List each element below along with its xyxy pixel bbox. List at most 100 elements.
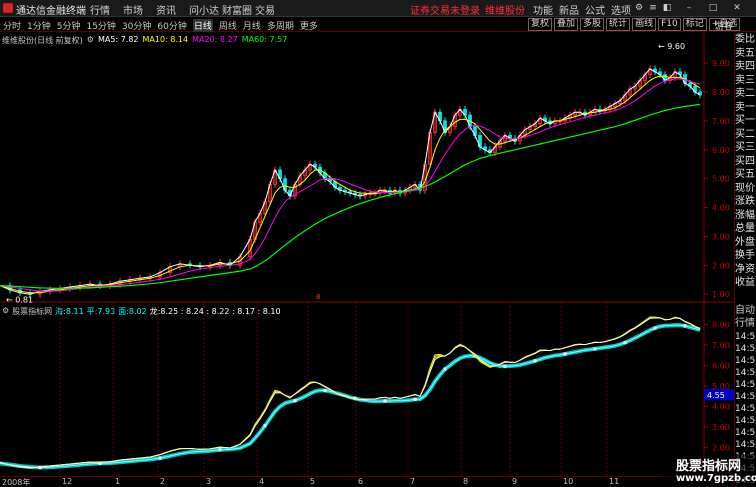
indicator-dot [383, 399, 387, 403]
auto-label[interactable]: 自动 [735, 305, 755, 318]
indicator-dot [218, 448, 222, 452]
tick-time: 14:5 [735, 380, 756, 390]
period-15min[interactable]: 15分钟 [86, 19, 115, 32]
skin-icon[interactable]: ◧ [662, 3, 672, 13]
multi-stock-button[interactable]: 多股 [580, 18, 605, 31]
side-row-label: 买四 [735, 155, 755, 167]
tick-time: 14:5 [735, 392, 756, 402]
side-row-label: 买三 [735, 142, 755, 153]
price-y-tick-label: 3.00 [712, 232, 730, 241]
price-y-tick-label: 5.00 [712, 175, 730, 184]
x-axis-label: 11 [609, 477, 620, 486]
x-axis-label: 8 [463, 477, 469, 486]
x-axis-label: 2008年 [2, 478, 31, 487]
indicator-y-tick-label: 8.00 [712, 320, 730, 329]
x-axis-label: 10 [563, 477, 574, 486]
period-30min[interactable]: 30分钟 [122, 19, 151, 32]
price-y-tick-label: 1.00 [712, 290, 730, 299]
price-y-tick-label: 2.00 [712, 261, 730, 270]
indicator-fan-line [0, 317, 701, 469]
period-60min[interactable]: 60分钟 [157, 19, 186, 32]
indicator-y-tick-label: 3.00 [712, 423, 730, 432]
max-price-label: ← 9.60 [658, 42, 685, 51]
indicator-base-band [0, 323, 701, 470]
tick-time: 14:5 [735, 356, 756, 366]
period-daily[interactable]: 日线 [192, 19, 213, 32]
period-intraday[interactable]: 分时 [3, 19, 21, 32]
indicator-dot [323, 388, 327, 392]
settings-icon[interactable]: ⚙ [634, 3, 644, 13]
chart-toolbar: 分时 1分钟 5分钟 15分钟 30分钟 60分钟 日线 周线 月线 多周期 更… [0, 18, 756, 32]
indicator-dot [683, 324, 687, 328]
indicator-dot [623, 341, 627, 345]
login-warning[interactable]: 证券交易未登录 [410, 2, 480, 17]
period-5min[interactable]: 5分钟 [57, 19, 81, 32]
side-row-label: 委比 [735, 34, 755, 45]
x-axis-label: 3 [206, 477, 212, 486]
side-row-label: 涨幅 [735, 209, 755, 221]
side-row-label: 换手 [735, 250, 755, 261]
menu-item-function[interactable]: 功能 [530, 2, 556, 17]
overlay-button[interactable]: 叠加 [554, 18, 579, 31]
maximize-icon[interactable]: □ [708, 3, 718, 13]
menu-item-wenxiaoda[interactable]: 问小达 [189, 2, 222, 17]
right-menu: 功能 新品 公式 选项 [530, 2, 634, 17]
period-weekly[interactable]: 周线 [219, 19, 237, 32]
adjust-button[interactable]: 复权 [528, 18, 553, 31]
menu-item-trade[interactable]: 交易 [255, 2, 288, 17]
period-more[interactable]: 更多 [300, 19, 318, 32]
statistics-button[interactable]: 统计 [606, 18, 631, 31]
tick-time: 14:5 [735, 416, 756, 426]
menu-icon[interactable]: ≡ [648, 3, 658, 13]
close-icon[interactable]: ✕ [732, 3, 742, 13]
draw-line-button[interactable]: 画线 [632, 18, 657, 31]
quote-side-panel: 委比 卖五 卖四 卖三 卖二 卖一 买一 买二 买三 买四 买五 现价 涨跌 涨幅 总量 外盘 换手 净资 收益 自… [734, 33, 756, 487]
price-y-tick-label: 9.00 [712, 59, 730, 68]
mark-button[interactable]: 标记 [682, 18, 707, 31]
price-y-tick-label: 8.00 [712, 88, 730, 97]
indicator-y-tick-label: 4.00 [712, 402, 730, 411]
period-1min[interactable]: 1分钟 [27, 19, 51, 32]
x-axis-label: 9 [512, 477, 518, 486]
side-row-label: 外盘 [735, 236, 755, 248]
side-row-label: 卖四 [735, 61, 755, 72]
period-multi[interactable]: 多周期 [267, 19, 294, 32]
tool-buttons: 复权 叠加 多股 统计 画线 F10 标记 +自选 [528, 18, 742, 31]
menu-item-news[interactable]: 资讯 [156, 2, 189, 17]
indicator-dot [593, 347, 597, 351]
menu-item-formula[interactable]: 公式 [582, 2, 608, 17]
minimize-icon[interactable]: – [684, 3, 694, 13]
side-row-label: 涨跌 [735, 196, 755, 207]
indicator-y-tick-label: 7.00 [712, 341, 730, 350]
x-axis-label: 1 [115, 477, 121, 486]
tick-time: 14:5 [735, 428, 756, 438]
indicator-dot [263, 424, 267, 428]
period-monthly[interactable]: 月线 [243, 19, 261, 32]
menu-item-new[interactable]: 新品 [556, 2, 582, 17]
indicator-dot [293, 399, 297, 403]
ma-line [0, 68, 701, 295]
side-row-label: 总量 [735, 223, 755, 234]
side-row-label: 现价 [735, 182, 755, 194]
x-axis-label: 6 [358, 477, 364, 486]
min-price-label: ← 0.81 [6, 296, 33, 305]
side-row-label: 卖一 [735, 101, 755, 113]
main-menu: 行情 市场 资讯 问小达 财富圈 交易 [90, 2, 288, 17]
side-row-label: 收益 [735, 277, 755, 288]
stock-chart[interactable]: ← 9.60 ← 0.81 8 9.00 8.00 7.00 6.00 5.00 4.00 3.… [0, 32, 734, 476]
ticks-label[interactable]: 行情 [735, 318, 755, 331]
side-row-label: 买五 [735, 169, 755, 180]
side-row-label: 净资 [735, 263, 755, 275]
menu-item-options[interactable]: 选项 [608, 2, 634, 17]
side-row-label: 卖五 [735, 47, 755, 59]
tick-time: 14:5 [735, 368, 756, 378]
menu-item-quotes[interactable]: 行情 [90, 2, 123, 17]
menu-item-wealth[interactable]: 财富圈 [222, 2, 255, 17]
indicator-dot [563, 352, 567, 356]
x-axis-label: 4 [259, 477, 265, 486]
menu-item-market[interactable]: 市场 [123, 2, 156, 17]
tick-time: 14:5 [735, 332, 756, 342]
f10-button[interactable]: F10 [658, 18, 681, 31]
guest-label[interactable]: 游客 [715, 19, 733, 32]
event-marker: 8 [316, 293, 320, 301]
